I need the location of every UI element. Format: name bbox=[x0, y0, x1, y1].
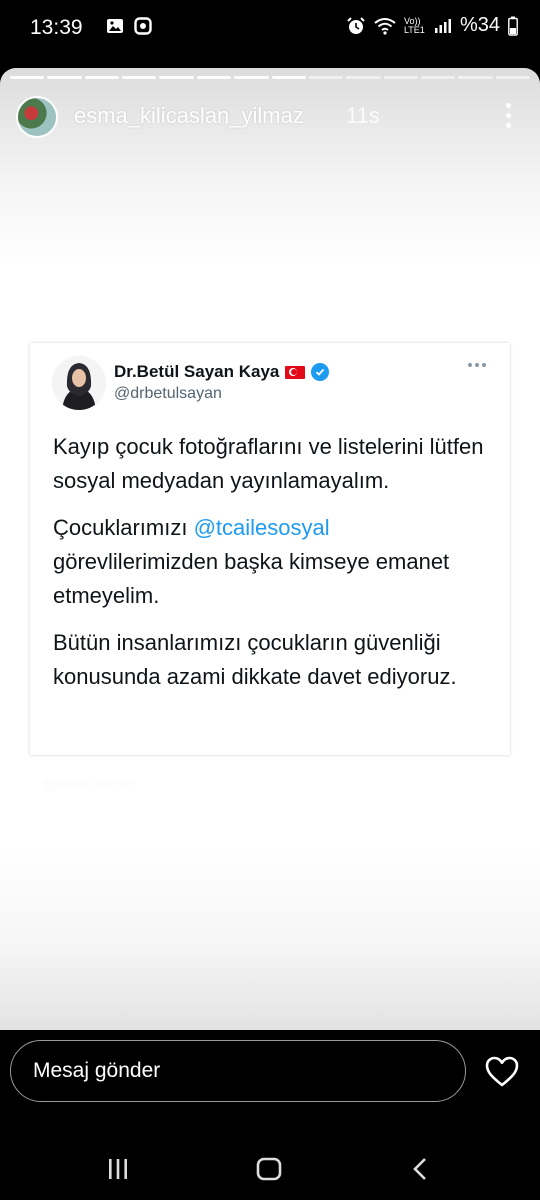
person-photo-icon bbox=[52, 356, 106, 410]
tweet-author-row: Dr.Betül Sayan Kaya bbox=[114, 362, 330, 382]
progress-segment bbox=[234, 76, 269, 79]
instagram-icon bbox=[134, 17, 152, 35]
message-input-placeholder: Mesaj gönder bbox=[33, 1059, 161, 1082]
tweet-paragraph: Kayıp çocuk fotoğraflarını ve listelerin… bbox=[53, 434, 484, 493]
story-viewer[interactable]: esma_kilicaslan_yilmaz 11s Dr.Betül Saya… bbox=[0, 68, 540, 1030]
system-icons: Vo)) LTE1 %34 bbox=[346, 14, 518, 37]
tweet-author-avatar bbox=[52, 356, 106, 410]
progress-segment bbox=[47, 76, 82, 79]
tweet-more-icon bbox=[468, 363, 486, 367]
notification-icons bbox=[106, 17, 152, 35]
progress-segment bbox=[159, 76, 194, 79]
tweet-author-name: Dr.Betül Sayan Kaya bbox=[114, 362, 280, 381]
progress-segment bbox=[308, 76, 344, 79]
progress-segment bbox=[346, 76, 381, 79]
tweet-card: Dr.Betül Sayan Kaya @drbetulsayan Kayıp … bbox=[30, 343, 510, 755]
story-time-ago: 11s bbox=[346, 103, 380, 128]
progress-segment bbox=[495, 76, 531, 79]
turkish-flag-icon bbox=[285, 365, 306, 379]
verified-badge-icon bbox=[311, 363, 330, 381]
tweet-text-segment: Çocuklarımızı bbox=[53, 515, 194, 540]
status-time: 13:39 bbox=[30, 16, 83, 39]
progress-segment bbox=[458, 76, 493, 79]
progress-segment bbox=[271, 76, 306, 79]
battery-icon bbox=[508, 16, 518, 36]
signal-icon bbox=[434, 18, 451, 33]
more-options-icon[interactable] bbox=[496, 98, 520, 132]
recent-apps-icon[interactable] bbox=[106, 1156, 130, 1182]
tweet-paragraph: Bütün insanlarımızı çocukların güvenliği… bbox=[53, 630, 457, 689]
story-progress bbox=[10, 76, 531, 80]
progress-segment bbox=[383, 76, 418, 79]
network-label: Vo)) LTE1 bbox=[403, 15, 425, 35]
system-nav-bar bbox=[0, 1130, 540, 1200]
story-avatar[interactable] bbox=[16, 96, 58, 138]
battery-percent: %34 bbox=[459, 14, 500, 36]
tweet-text-segment: görevlilerimizden başka kimseye emanet e… bbox=[53, 549, 450, 608]
watermark-handle: @drbetulsayan bbox=[42, 776, 137, 792]
progress-segment bbox=[122, 76, 157, 79]
story-header: esma_kilicaslan_yilmaz 11s bbox=[16, 96, 526, 140]
status-bar: 13:39 Vo)) LTE1 %34 bbox=[0, 0, 540, 56]
progress-segment bbox=[84, 76, 120, 79]
tweet-text: Kayıp çocuk fotoğraflarını ve listelerin… bbox=[53, 430, 493, 707]
message-composer: Mesaj gönder bbox=[0, 1030, 540, 1130]
heart-icon[interactable] bbox=[484, 1054, 520, 1090]
tweet-paragraph: Çocuklarımızı @tcailesosyal görevlilerim… bbox=[53, 511, 493, 613]
wifi-icon bbox=[374, 17, 396, 35]
progress-segment bbox=[196, 76, 232, 79]
tweet-handle: @drbetulsayan bbox=[114, 385, 222, 402]
alarm-icon bbox=[347, 16, 365, 34]
home-icon[interactable] bbox=[256, 1156, 282, 1182]
back-icon[interactable] bbox=[410, 1156, 430, 1182]
message-input[interactable]: Mesaj gönder bbox=[10, 1040, 466, 1102]
gallery-icon bbox=[107, 19, 123, 33]
progress-segment bbox=[420, 76, 456, 79]
progress-segment bbox=[10, 76, 45, 79]
tweet-mention-link: @tcailesosyal bbox=[193, 515, 330, 540]
story-username[interactable]: esma_kilicaslan_yilmaz bbox=[74, 103, 304, 129]
